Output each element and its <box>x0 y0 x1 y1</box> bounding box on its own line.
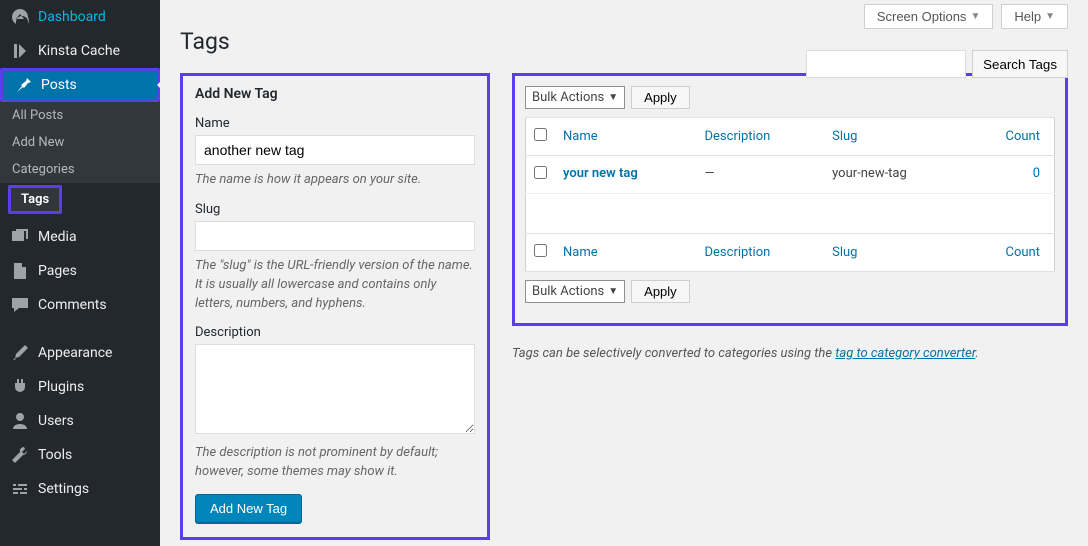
slug-help: The "slug" is the URL-friendly version o… <box>195 257 475 314</box>
pin-icon <box>13 75 33 95</box>
add-new-tag-button[interactable]: Add New Tag <box>195 494 302 523</box>
kinsta-icon <box>10 41 30 61</box>
tag-description: — <box>697 156 825 194</box>
admin-sidebar: Dashboard Kinsta Cache Posts All Posts A… <box>0 0 160 546</box>
col-name[interactable]: Name <box>563 245 598 260</box>
tag-count-link[interactable]: 0 <box>1033 166 1040 181</box>
name-help: The name is how it appears on your site. <box>195 171 475 190</box>
sidebar-label: Appearance <box>38 345 112 361</box>
help-button[interactable]: Help ▼ <box>1001 4 1068 29</box>
col-slug[interactable]: Slug <box>832 245 857 260</box>
sidebar-sub-categories[interactable]: Categories <box>0 156 160 183</box>
tag-search: Search Tags <box>806 50 1068 78</box>
caret-down-icon: ▼ <box>608 92 618 103</box>
sidebar-label: Kinsta Cache <box>38 43 120 59</box>
media-icon <box>10 227 30 247</box>
button-label: Screen Options <box>877 9 967 24</box>
apply-button[interactable]: Apply <box>631 280 690 303</box>
col-name[interactable]: Name <box>563 129 598 144</box>
sliders-icon <box>10 479 30 499</box>
sidebar-sub-all-posts[interactable]: All Posts <box>0 102 160 129</box>
comment-icon <box>10 295 30 315</box>
row-checkbox[interactable] <box>534 166 547 179</box>
sidebar-label: Users <box>38 413 74 429</box>
sidebar-item-appearance[interactable]: Appearance <box>0 336 160 370</box>
add-new-tag-form: Add New Tag Name The name is how it appe… <box>180 73 490 540</box>
sidebar-item-tools[interactable]: Tools <box>0 438 160 472</box>
sidebar-label: Settings <box>38 481 89 497</box>
col-slug[interactable]: Slug <box>832 129 857 144</box>
bulk-actions-select[interactable]: Bulk Actions ▼ <box>525 86 625 109</box>
sidebar-label: Tools <box>38 447 72 463</box>
sidebar-sub-add-new[interactable]: Add New <box>0 129 160 156</box>
select-label: Bulk Actions <box>532 284 604 299</box>
tag-slug: your-new-tag <box>824 156 965 194</box>
description-help: The description is not prominent by defa… <box>195 444 475 482</box>
search-button[interactable]: Search Tags <box>972 50 1068 78</box>
sidebar-item-users[interactable]: Users <box>0 404 160 438</box>
bulk-actions-select[interactable]: Bulk Actions ▼ <box>525 280 625 303</box>
converter-link[interactable]: tag to category converter <box>835 346 975 361</box>
name-input[interactable] <box>195 135 475 165</box>
slug-label: Slug <box>195 202 475 217</box>
sidebar-item-dashboard[interactable]: Dashboard <box>0 0 160 34</box>
button-label: Help <box>1014 9 1041 24</box>
search-input[interactable] <box>806 50 966 78</box>
bulk-actions-top: Bulk Actions ▼ Apply <box>525 86 1055 109</box>
note-text: Tags can be selectively converted to cat… <box>512 346 835 361</box>
sidebar-label: Plugins <box>38 379 84 395</box>
caret-down-icon: ▼ <box>1045 11 1055 22</box>
slug-input[interactable] <box>195 221 475 251</box>
main-content: Screen Options ▼ Help ▼ Tags Search Tags… <box>160 0 1088 546</box>
select-all-checkbox-footer[interactable] <box>534 244 547 257</box>
sidebar-item-settings[interactable]: Settings <box>0 472 160 506</box>
converter-note: Tags can be selectively converted to cat… <box>512 346 1068 361</box>
wrench-icon <box>10 445 30 465</box>
description-input[interactable] <box>195 344 475 434</box>
sidebar-item-posts[interactable]: Posts <box>0 68 160 102</box>
user-icon <box>10 411 30 431</box>
select-label: Bulk Actions <box>532 90 604 105</box>
gauge-icon <box>10 7 30 27</box>
screen-meta-toggles: Screen Options ▼ Help ▼ <box>864 4 1068 29</box>
bulk-actions-bottom: Bulk Actions ▼ Apply <box>525 280 1055 303</box>
form-heading: Add New Tag <box>195 86 475 102</box>
sidebar-item-kinsta[interactable]: Kinsta Cache <box>0 34 160 68</box>
sidebar-sub-tags[interactable]: Tags <box>8 185 62 214</box>
name-label: Name <box>195 116 475 131</box>
brush-icon <box>10 343 30 363</box>
tags-list-panel: Bulk Actions ▼ Apply Name Description Sl… <box>512 73 1068 326</box>
description-label: Description <box>195 325 475 340</box>
sidebar-label: Posts <box>41 77 77 93</box>
col-description[interactable]: Description <box>705 129 771 144</box>
select-all-checkbox[interactable] <box>534 128 547 141</box>
caret-down-icon: ▼ <box>970 11 980 22</box>
note-text: . <box>975 346 978 361</box>
page-icon <box>10 261 30 281</box>
table-row: your new tag — your-new-tag 0 <box>526 156 1055 194</box>
col-count[interactable]: Count <box>1006 129 1040 144</box>
sidebar-item-pages[interactable]: Pages <box>0 254 160 288</box>
sidebar-item-plugins[interactable]: Plugins <box>0 370 160 404</box>
col-count[interactable]: Count <box>1006 245 1040 260</box>
sidebar-item-comments[interactable]: Comments <box>0 288 160 322</box>
sidebar-label: Comments <box>38 297 107 313</box>
screen-options-button[interactable]: Screen Options ▼ <box>864 4 994 29</box>
sidebar-label: Media <box>38 229 77 245</box>
col-description[interactable]: Description <box>705 245 771 260</box>
tag-name-link[interactable]: your new tag <box>563 166 638 181</box>
sidebar-label: Pages <box>38 263 77 279</box>
apply-button[interactable]: Apply <box>631 86 690 109</box>
caret-down-icon: ▼ <box>608 286 618 297</box>
tags-table: Name Description Slug Count your new tag… <box>525 117 1055 272</box>
sidebar-item-media[interactable]: Media <box>0 220 160 254</box>
plug-icon <box>10 377 30 397</box>
sidebar-label: Dashboard <box>38 9 106 25</box>
